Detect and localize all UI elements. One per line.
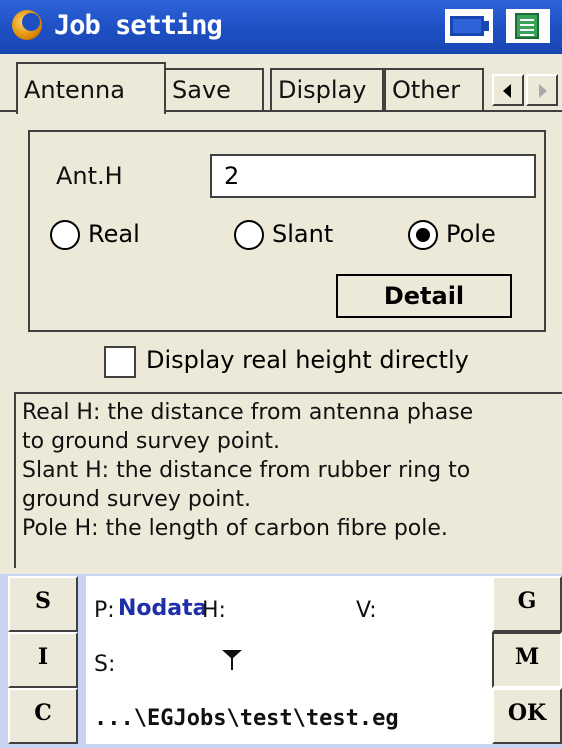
radio-pole[interactable]: Pole	[408, 218, 518, 254]
window-title: Job setting	[54, 10, 223, 41]
i-button[interactable]: I	[8, 632, 78, 688]
tab-antenna[interactable]: Antenna	[16, 62, 166, 114]
radio-slant-label: Slant	[272, 220, 334, 248]
detail-button[interactable]: Detail	[336, 274, 512, 318]
help-line: to ground survey point.	[22, 429, 281, 454]
ok-button[interactable]: OK	[492, 688, 562, 744]
app-icon[interactable]	[12, 10, 42, 40]
tab-display[interactable]: Display	[270, 68, 384, 110]
title-bar: Job setting	[0, 0, 562, 54]
s-button[interactable]: S	[8, 576, 78, 632]
display-real-height-checkbox[interactable]	[104, 346, 136, 378]
help-line: Real H: the distance from antenna phase	[22, 400, 474, 425]
ant-h-input[interactable]: 2	[210, 154, 536, 198]
status-area: S I C P: Nodata H: V: S: ...\EGJobs\test…	[0, 574, 562, 748]
antenna-signal-icon	[222, 648, 242, 670]
sip-keyboard-icon[interactable]	[506, 9, 550, 43]
radio-real[interactable]: Real	[50, 218, 160, 254]
tab-scroll	[492, 74, 562, 108]
battery-icon[interactable]	[445, 9, 493, 43]
tab-scroll-left-icon[interactable]	[492, 74, 524, 106]
point-value: Nodata	[118, 596, 208, 621]
radio-pole-circle	[408, 220, 438, 250]
status-panel: P: Nodata H: V: S: ...\EGJobs\test\test.…	[86, 576, 492, 744]
tab-save[interactable]: Save	[164, 68, 264, 110]
job-setting-panel: Antenna Save Display Other Ant.H 2 Real …	[0, 54, 562, 574]
radio-slant-circle	[234, 220, 264, 250]
help-line: Slant H: the distance from rubber ring t…	[22, 458, 471, 483]
help-line: ground survey point.	[22, 487, 251, 512]
h-label: H:	[202, 598, 226, 623]
job-path: ...\EGJobs\test\test.eg	[94, 706, 399, 731]
radio-slant[interactable]: Slant	[234, 218, 354, 254]
radio-real-label: Real	[88, 220, 140, 248]
g-button[interactable]: G	[492, 576, 562, 632]
antenna-help-text: Real H: the distance from antenna phase …	[14, 392, 562, 568]
antenna-tab-content: Ant.H 2 Real Slant Pole Detail Display r…	[0, 110, 562, 574]
s-label: S:	[94, 652, 116, 677]
tab-other[interactable]: Other	[384, 68, 484, 110]
v-label: V:	[356, 598, 377, 623]
display-real-height-label: Display real height directly	[146, 346, 469, 374]
radio-real-circle	[50, 220, 80, 250]
c-button[interactable]: C	[8, 688, 78, 744]
ant-h-label: Ant.H	[56, 162, 123, 190]
antenna-height-group: Ant.H 2 Real Slant Pole Detail	[28, 130, 546, 332]
radio-pole-label: Pole	[446, 220, 496, 248]
help-line: Pole H: the length of carbon fibre pole.	[22, 516, 448, 541]
tab-bar: Antenna Save Display Other	[8, 58, 562, 114]
point-label: P:	[94, 598, 115, 623]
m-button[interactable]: M	[492, 632, 562, 688]
tab-scroll-right-icon[interactable]	[526, 74, 558, 106]
